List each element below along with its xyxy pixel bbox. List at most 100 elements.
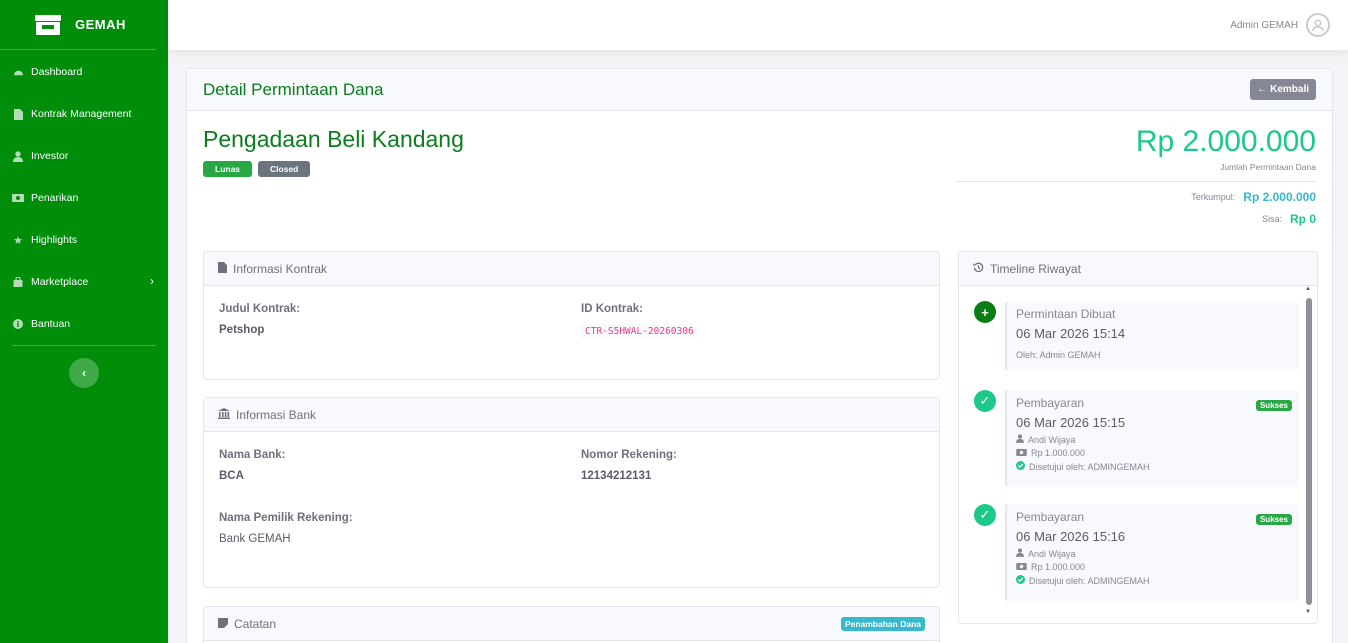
sidebar-item-penarikan[interactable]: Penarikan [0,177,168,219]
remaining-row: Sisa: Rp 0 [956,212,1316,226]
sidebar-item-kontrak[interactable]: Kontrak Management [0,93,168,135]
user-avatar-icon [1312,19,1324,32]
amount-divider [956,181,1316,182]
sidebar-item-dashboard[interactable]: Dashboard [0,51,168,93]
plus-circle-icon: + [974,301,996,323]
timeline-item: Permintaan Dibuat 06 Mar 2026 15:14 Oleh… [1005,301,1299,371]
bank-info-title: Informasi Bank [236,407,317,422]
collected-value: Rp 2.000.000 [1243,190,1316,204]
money-icon [1016,448,1027,458]
contract-id-label: ID Kontrak: [581,303,643,315]
sidebar-item-marketplace[interactable]: Marketplace › [0,261,168,303]
check-circle-icon [1016,575,1025,586]
contract-info-card: Informasi Kontrak Judul Kontrak: Petshop… [203,251,940,380]
arrow-left-icon: ← [1257,84,1268,95]
brand[interactable]: GEMAH [0,0,156,50]
collected-row: Terkumpul: Rp 2.000.000 [956,190,1316,204]
collected-label: Terkumpul: [1191,192,1236,202]
sidebar-toggle-button[interactable]: ‹ [69,358,99,388]
timeline-item: Pembayaran Sukses 06 Mar 2026 15:15 Andi… [1005,390,1299,487]
investor-name: Andi Wijaya [1028,434,1076,445]
contract-title-value: Petshop [219,324,265,336]
star-icon: ★ [13,234,23,247]
sidebar-item-investor[interactable]: Investor [0,135,168,177]
notes-header: Catatan Penambahan Dana [204,607,939,641]
user-icon [1016,434,1024,445]
money-icon [1016,562,1027,572]
page-title: Detail Permintaan Dana [203,79,384,99]
file-contract-icon [218,261,227,276]
timeline-item-title: Permintaan Dibuat [1016,307,1116,321]
notes-badge: Penambahan Dana [840,617,925,631]
project-title: Pengadaan Beli Kandang [203,126,464,152]
info-icon [12,318,24,330]
bank-info-card: Informasi Bank Nama Bank: BCA Nomor Reke… [203,397,940,588]
status-badges: Lunas Closed [203,161,311,177]
sidebar-item-highlights[interactable]: ★ Highlights [0,219,168,261]
timeline-body[interactable]: + Permintaan Dibuat 06 Mar 2026 15:14 Ol… [959,286,1317,623]
back-button-label: Kembali [1270,84,1309,95]
account-number-label: Nomor Rekening: [581,449,677,461]
bank-name-value: BCA [219,470,244,482]
timeline-item-by: Oleh: Admin GEMAH [1016,350,1290,360]
scroll-up-arrow-icon[interactable]: ▲ [1305,286,1311,292]
chevron-right-icon: › [150,274,154,288]
approved-by: Disetujui oleh: ADMINGEMAH [1029,575,1150,586]
account-number-value: 12134212131 [581,470,652,482]
timeline-header: Timeline Riwayat [959,252,1317,286]
contract-info-title: Informasi Kontrak [233,261,328,276]
contract-id-value: CTR-S5HWAL-20260306 [581,324,698,339]
timeline-item-title: Pembayaran [1016,510,1085,524]
sidebar-item-label: Kontrak Management [31,108,132,120]
back-button[interactable]: ← Kembali [1250,79,1316,100]
sidebar-item-label: Bantuan [31,318,71,330]
avatar[interactable] [1306,13,1330,37]
remaining-label: Sisa: [1261,214,1282,224]
notes-title: Catatan [234,616,277,631]
approved-by: Disetujui oleh: ADMINGEMAH [1029,461,1150,472]
timeline-card: Timeline Riwayat + Permintaan Dibuat 06 … [958,251,1318,624]
timeline-item-date: 06 Mar 2026 15:16 [1016,529,1126,544]
timeline-item-amount: Rp 1.000.000 [1016,562,1290,572]
sidebar-item-bantuan[interactable]: Bantuan [0,303,168,345]
dashboard-icon [12,66,24,78]
check-circle-icon: ✓ [974,504,996,526]
check-circle-icon: ✓ [974,390,996,412]
shop-icon [12,276,24,288]
topbar: Admin GEMAH [168,0,1348,50]
notes-card: Catatan Penambahan Dana [203,606,940,643]
history-icon [973,262,984,276]
bank-name-label: Nama Bank: [219,449,286,461]
sidebar-nav: Dashboard Kontrak Management Investor Pe… [0,51,168,345]
timeline-item-title: Pembayaran [1016,396,1085,410]
file-icon [12,108,24,120]
timeline-scrollbar[interactable]: ▲ ▼ [1304,286,1314,615]
sidebar-item-label: Penarikan [31,192,79,204]
requested-amount: Rp 2.000.000 [1135,125,1316,158]
sidebar-item-label: Marketplace [31,276,89,288]
user-name[interactable]: Admin GEMAH [1230,20,1298,31]
payment-amount: Rp 1.000.000 [1031,448,1086,458]
detail-card: Detail Permintaan Dana ← Kembali Pengada… [186,68,1333,643]
account-owner-value: Bank GEMAH [219,533,291,545]
timeline-item-investor: Andi Wijaya [1016,434,1290,445]
timeline-item: Pembayaran Sukses 06 Mar 2026 15:16 Andi… [1005,504,1299,601]
bank-info-header: Informasi Bank [204,398,939,432]
timeline-scroll-thumb[interactable] [1306,298,1312,605]
note-icon [218,617,228,631]
store-icon [35,14,61,35]
detail-card-header: Detail Permintaan Dana ← Kembali [187,69,1332,111]
timeline-item-approved: Disetujui oleh: ADMINGEMAH [1016,461,1290,472]
timeline-item-by-text: Oleh: Admin GEMAH [1016,350,1101,360]
money-icon [12,192,24,204]
user-icon [1016,548,1024,559]
success-badge: Sukses [1255,400,1292,411]
account-owner-label: Nama Pemilik Rekening: [219,512,353,524]
timeline-title: Timeline Riwayat [990,261,1081,276]
timeline-item-date: 06 Mar 2026 15:15 [1016,415,1126,430]
requested-amount-label: Jumlah Permintaan Dana [1220,162,1316,172]
check-circle-icon [1016,461,1025,472]
payment-amount: Rp 1.000.000 [1031,562,1086,572]
scroll-down-arrow-icon[interactable]: ▼ [1305,609,1311,615]
investor-name: Andi Wijaya [1028,548,1076,559]
